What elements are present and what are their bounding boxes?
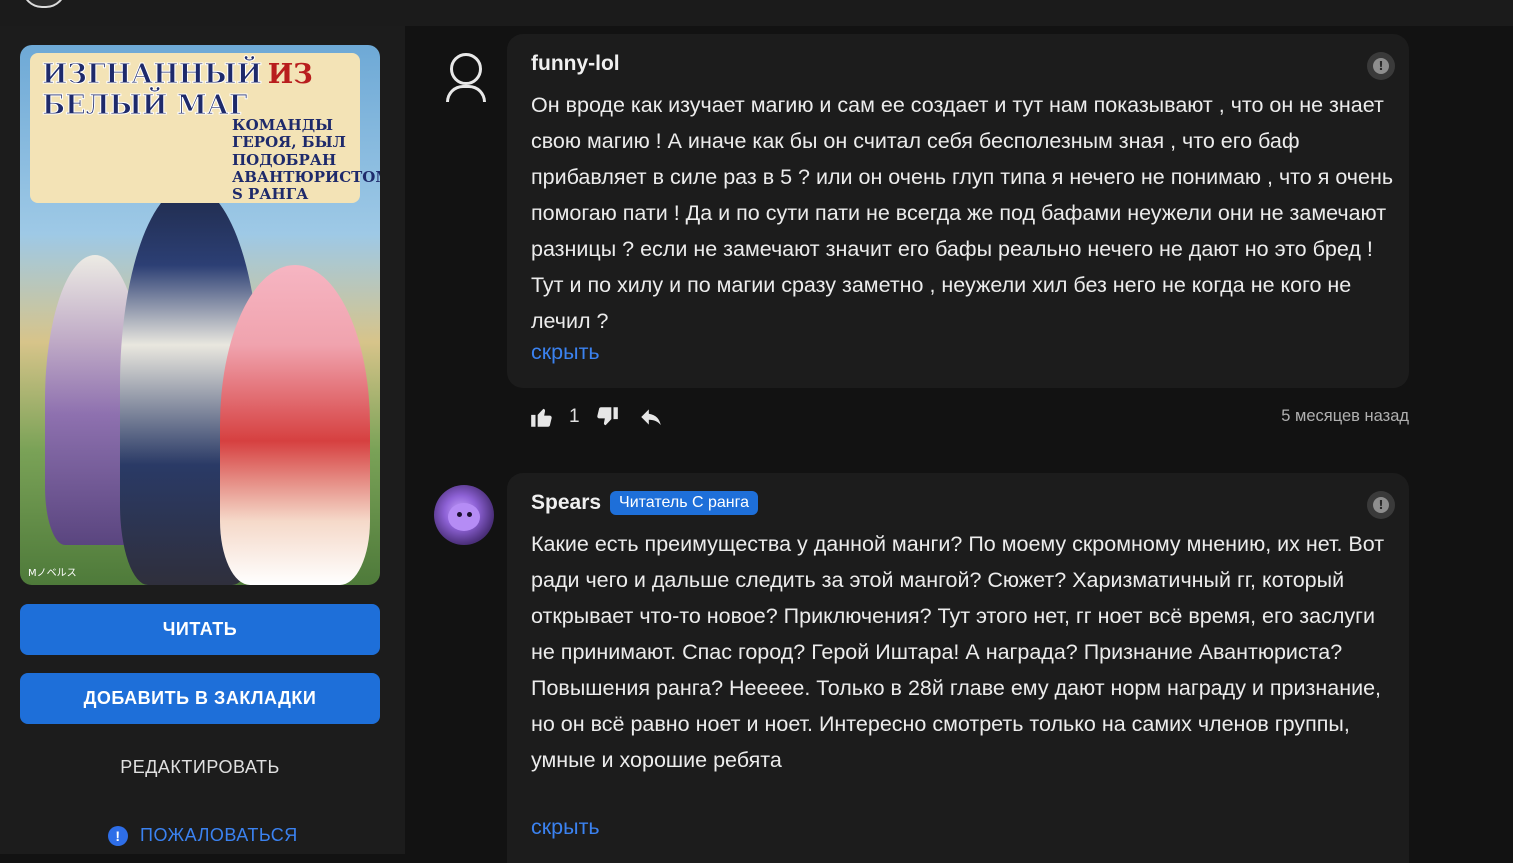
hide-comment-link[interactable]: скрыть <box>531 815 600 840</box>
top-navbar <box>0 0 1513 26</box>
cover-title-part1: ИЗГНАННЫЙ <box>41 59 263 91</box>
rank-badge: Читатель С ранга <box>610 491 758 515</box>
user-avatar[interactable] <box>22 0 66 8</box>
hide-comment-link[interactable]: скрыть <box>531 340 600 365</box>
report-comment-icon[interactable]: ! <box>1367 491 1395 519</box>
cover-title-part2: ИЗ <box>267 59 313 90</box>
cover-title-part3: БЕЛЫЙ МАГ <box>41 90 248 122</box>
report-comment-icon[interactable]: ! <box>1367 52 1395 80</box>
cover-character-right <box>220 265 370 585</box>
default-user-icon[interactable] <box>434 47 494 107</box>
comment-text: Он вроде как изучает магию и сам ее созд… <box>531 93 1394 333</box>
comment-header: funny-lol <box>531 52 620 76</box>
thumbs-up-icon[interactable] <box>529 404 555 430</box>
like-count: 1 <box>569 406 580 427</box>
report-label: ПОЖАЛОВАТЬСЯ <box>140 825 298 845</box>
comment-timestamp: 5 месяцев назад <box>1281 407 1409 425</box>
manga-cover: ИЗГНАННЫЙ ИЗ БЕЛЫЙ МАГ КОМАНДЫ ГЕРОЯ, БЫ… <box>20 45 380 585</box>
add-bookmark-button[interactable]: ДОБАВИТЬ В ЗАКЛАДКИ <box>20 673 380 724</box>
reply-icon[interactable] <box>638 404 664 430</box>
purple-plush-avatar[interactable] <box>434 485 494 545</box>
comment-username[interactable]: Spears <box>531 491 601 515</box>
cover-subtitle: КОМАНДЫ ГЕРОЯ, БЫЛ ПОДОБРАН АВАНТЮРИСТОМ… <box>232 116 380 204</box>
thumbs-down-icon[interactable] <box>594 404 620 430</box>
publisher-mark: Mノベルス <box>28 568 77 579</box>
comment-header: Spears Читатель С ранга <box>531 491 758 515</box>
comment-item: funny-lol ! Он вроде как изучает магию и… <box>507 34 1409 388</box>
edit-link[interactable]: РЕДАКТИРОВАТЬ <box>20 757 380 778</box>
alert-icon: ! <box>108 825 128 846</box>
comment-text: Какие есть преимущества у данной манги? … <box>531 532 1385 772</box>
cover-title: ИЗГНАННЫЙ ИЗ БЕЛЫЙ МАГ КОМАНДЫ ГЕРОЯ, БЫ… <box>41 59 380 204</box>
read-button[interactable]: ЧИТАТЬ <box>20 604 380 655</box>
comment-actions: 1 <box>529 404 664 430</box>
comment-username[interactable]: funny-lol <box>531 52 620 76</box>
report-link[interactable]: ! ПОЖАЛОВАТЬСЯ <box>108 825 298 846</box>
comment-item: Spears Читатель С ранга ! Какие есть пре… <box>507 473 1409 863</box>
